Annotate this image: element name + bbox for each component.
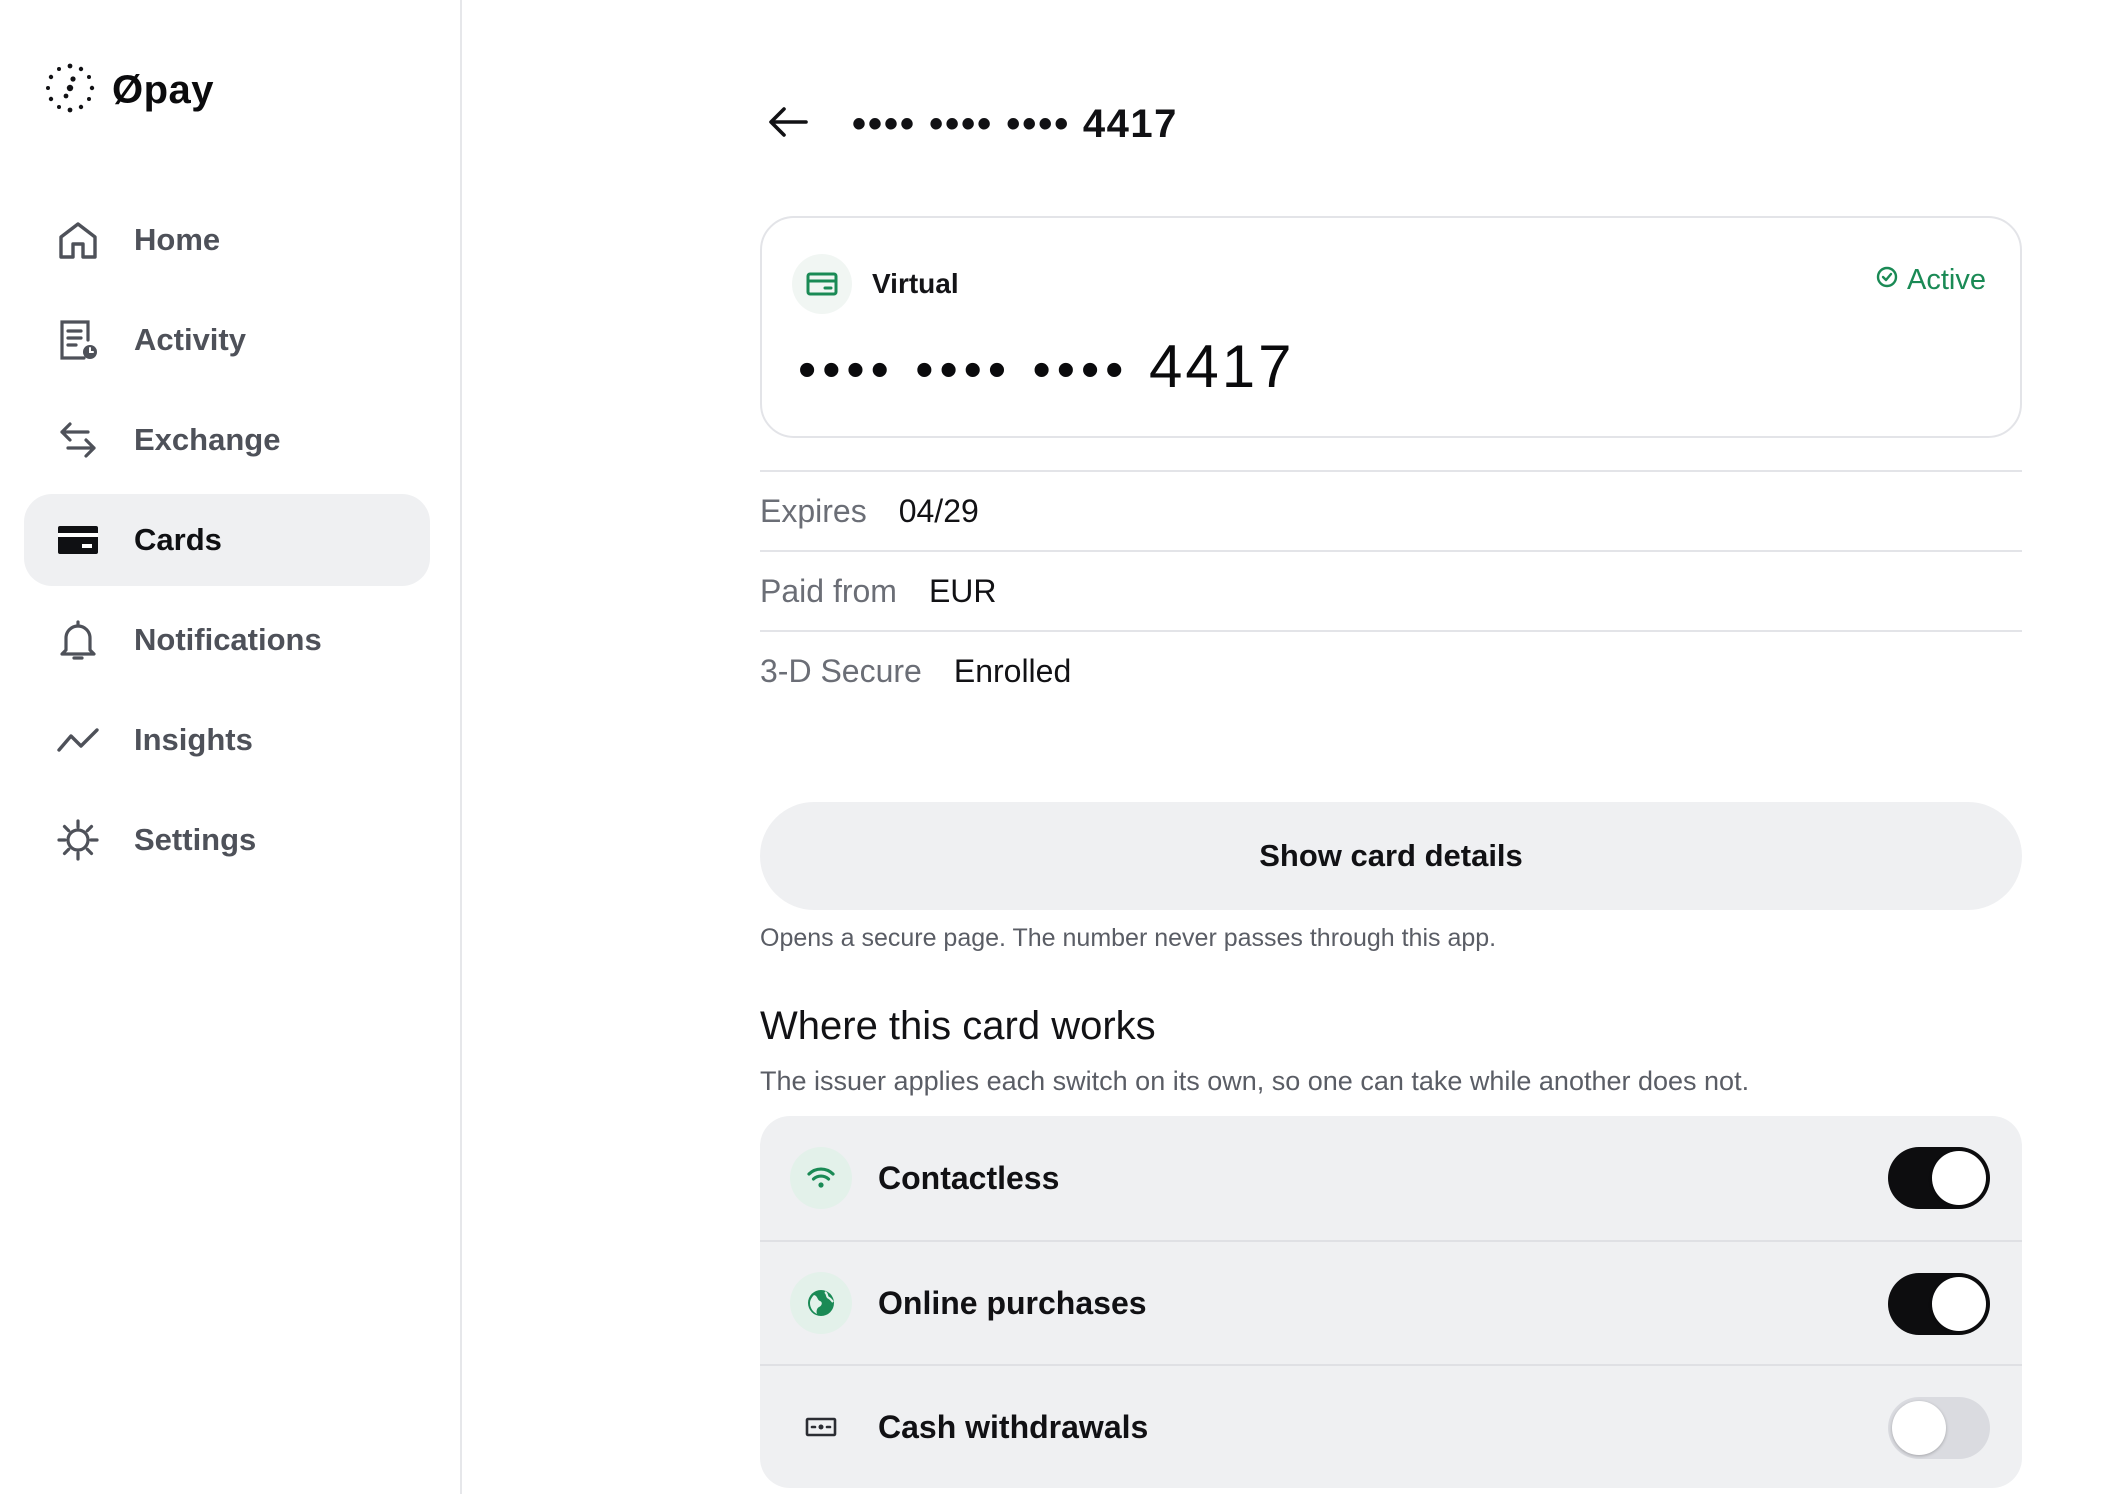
sidebar-item-home[interactable]: Home — [24, 194, 430, 286]
secure-note: Opens a secure page. The number never pa… — [760, 924, 1497, 952]
card-details: Expires 04/29 Paid from EUR 3-D Secure E… — [760, 470, 2022, 710]
detail-key: Paid from — [760, 572, 897, 609]
toggle-knob — [1932, 1277, 1986, 1331]
sidebar-item-cards[interactable]: Cards — [24, 494, 430, 586]
toggle-knob — [1892, 1401, 1946, 1455]
detail-key: Expires — [760, 492, 867, 529]
detail-row-3d-secure: 3-D Secure Enrolled — [760, 630, 2022, 710]
sidebar-item-settings[interactable]: Settings — [24, 794, 430, 886]
sidebar-item-notifications[interactable]: Notifications — [24, 594, 430, 686]
sidebar-item-label: Notifications — [134, 622, 322, 657]
card-number-last4: 4417 — [1149, 333, 1295, 400]
card-number-mask: •••• •••• •••• — [798, 341, 1130, 399]
home-icon — [56, 218, 100, 262]
bell-icon — [56, 618, 100, 662]
sidebar: Øpay Home Activity Exchange Cards Notifi… — [0, 0, 462, 1494]
detail-row-expires: Expires 04/29 — [760, 470, 2022, 550]
detail-row-paid-from: Paid from EUR — [760, 550, 2022, 630]
back-button[interactable] — [760, 96, 816, 152]
sidebar-nav: Home Activity Exchange Cards Notificatio… — [24, 194, 430, 894]
contactless-icon — [790, 1147, 852, 1209]
dotted-ring-logo-icon — [44, 62, 96, 119]
toggle-row-online-purchases: Online purchases — [760, 1240, 2022, 1364]
card-number: •••• •••• •••• 4417 — [798, 332, 1295, 401]
detail-value: 04/29 — [898, 492, 979, 529]
sidebar-item-label: Insights — [134, 722, 253, 757]
status-badge: Active — [1875, 264, 1986, 297]
globe-icon — [790, 1272, 852, 1334]
page-title-last4: 4417 — [1082, 101, 1178, 146]
check-circle-icon — [1875, 264, 1899, 297]
sidebar-item-exchange[interactable]: Exchange — [24, 394, 430, 486]
arrow-left-icon — [764, 98, 812, 151]
gear-icon — [56, 818, 100, 862]
toggle-row-contactless: Contactless — [760, 1116, 2022, 1240]
detail-value: EUR — [928, 572, 997, 609]
card-type-label: Virtual — [872, 268, 959, 299]
trend-icon — [56, 718, 100, 762]
cash-withdrawals-toggle[interactable] — [1888, 1397, 1990, 1459]
sidebar-item-label: Settings — [134, 822, 257, 857]
sidebar-item-insights[interactable]: Insights — [24, 694, 430, 786]
contactless-toggle[interactable] — [1888, 1147, 1990, 1209]
card-summary: Virtual Active •••• •••• •••• 4417 — [760, 216, 2022, 438]
cash-icon — [790, 1396, 852, 1458]
page-title: •••• •••• •••• 4417 — [852, 102, 1178, 147]
brand-name: Øpay — [112, 67, 215, 112]
card-controls: Contactless Online purchases Cash withdr… — [760, 1116, 2022, 1488]
exchange-icon — [56, 418, 100, 462]
section-title: Where this card works — [760, 1004, 1156, 1048]
sidebar-item-label: Home — [134, 222, 221, 257]
toggle-row-cash-withdrawals: Cash withdrawals — [760, 1364, 2022, 1488]
card-type: Virtual — [792, 254, 959, 314]
page-header: •••• •••• •••• 4417 — [760, 90, 2022, 158]
app-root: Øpay Home Activity Exchange Cards Notifi… — [0, 0, 2120, 1494]
sidebar-item-label: Activity — [134, 322, 246, 357]
card-outline-icon — [792, 254, 852, 314]
page-title-mask: •••• •••• •••• — [852, 101, 1071, 146]
show-card-details-button[interactable]: Show card details — [760, 802, 2022, 910]
main-content: •••• •••• •••• 4417 Virtual Active •••• … — [464, 0, 2120, 1494]
toggle-label: Contactless — [878, 1159, 1060, 1196]
toggle-knob — [1932, 1151, 1986, 1205]
card-icon — [56, 518, 100, 562]
toggle-label: Cash withdrawals — [878, 1408, 1149, 1445]
brand[interactable]: Øpay — [44, 62, 214, 118]
sidebar-item-activity[interactable]: Activity — [24, 294, 430, 386]
detail-key: 3-D Secure — [760, 652, 922, 689]
toggle-label: Online purchases — [878, 1284, 1147, 1321]
status-label: Active — [1907, 264, 1986, 296]
online-purchases-toggle[interactable] — [1888, 1273, 1990, 1335]
sidebar-item-label: Exchange — [134, 422, 281, 457]
activity-icon — [56, 318, 100, 362]
detail-value: Enrolled — [953, 652, 1072, 689]
sidebar-item-label: Cards — [134, 522, 222, 557]
section-subtitle: The issuer applies each switch on its ow… — [760, 1066, 1750, 1096]
